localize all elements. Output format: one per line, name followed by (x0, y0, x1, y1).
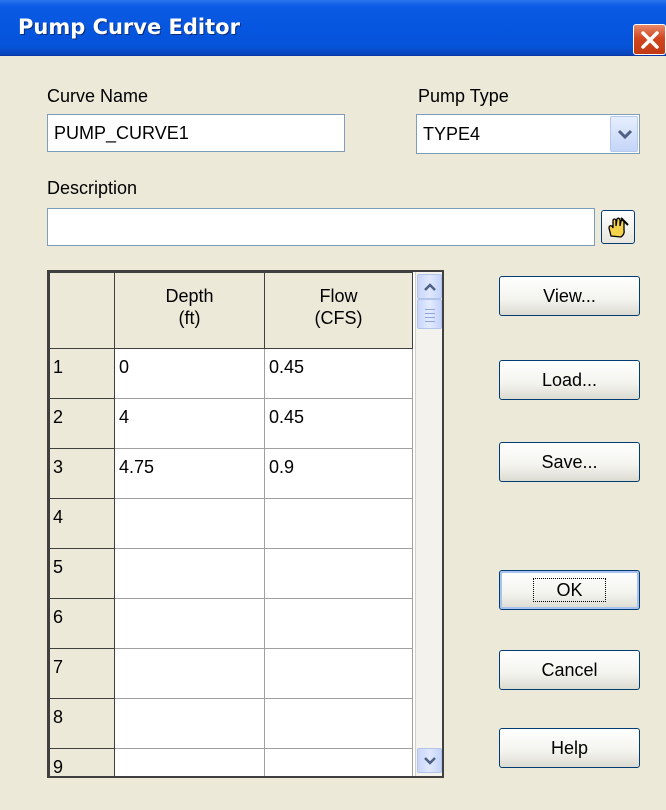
table-row[interactable]: 3 4.75 0.9 (49, 448, 413, 499)
view-button[interactable]: View... (499, 276, 640, 316)
depth-cell[interactable] (114, 648, 265, 699)
row-number: 5 (49, 548, 115, 599)
title-bar[interactable]: Pump Curve Editor (0, 0, 666, 56)
depth-cell[interactable] (114, 598, 265, 649)
edit-description-button[interactable] (601, 210, 635, 244)
depth-header-label: Depth (165, 286, 214, 306)
help-button[interactable]: Help (499, 728, 640, 768)
row-number: 4 (49, 498, 115, 549)
flow-column-header: Flow (CFS) (264, 272, 413, 349)
table-row[interactable]: 5 (49, 548, 413, 599)
pump-type-value: TYPE4 (423, 124, 481, 144)
table-row[interactable]: 9 (49, 748, 413, 776)
curve-name-label: Curve Name (47, 86, 149, 106)
flow-header-unit: (CFS) (314, 308, 363, 328)
table-row[interactable]: 1 0 0.45 (49, 348, 413, 399)
ok-button[interactable]: OK (499, 570, 640, 610)
hand-pencil-icon (608, 217, 629, 238)
flow-cell[interactable] (264, 698, 413, 749)
close-icon (641, 31, 659, 49)
depth-column-header: Depth (ft) (114, 272, 265, 349)
flow-cell[interactable]: 0.45 (264, 348, 413, 399)
flow-cell[interactable] (264, 748, 413, 776)
depth-cell[interactable] (114, 548, 265, 599)
depth-cell[interactable]: 4 (114, 398, 265, 449)
flow-header-label: Flow (319, 286, 358, 306)
window-title: Pump Curve Editor (18, 15, 240, 39)
ok-label: OK (533, 578, 606, 602)
scroll-down-button[interactable] (417, 748, 442, 773)
scroll-down-icon (424, 757, 436, 765)
dropdown-button[interactable] (610, 116, 638, 152)
scroll-up-button[interactable] (417, 274, 442, 299)
cancel-button[interactable]: Cancel (499, 650, 640, 690)
grid-corner (49, 272, 115, 349)
depth-cell[interactable]: 4.75 (114, 448, 265, 499)
close-button[interactable] (633, 24, 666, 55)
table-row[interactable]: 2 4 0.45 (49, 398, 413, 449)
description-input[interactable] (47, 208, 595, 246)
load-button[interactable]: Load... (499, 360, 640, 400)
curve-name-input[interactable]: PUMP_CURVE1 (47, 114, 345, 152)
table-row[interactable]: 7 (49, 648, 413, 699)
row-number: 7 (49, 648, 115, 699)
flow-cell[interactable] (264, 548, 413, 599)
flow-cell[interactable]: 0.9 (264, 448, 413, 499)
curve-data-grid[interactable]: Depth (ft) Flow (CFS) 1 0 0.45 2 4 0.45 (47, 270, 444, 778)
table-row[interactable]: 4 (49, 498, 413, 549)
depth-cell[interactable] (114, 498, 265, 549)
row-number: 1 (49, 348, 115, 399)
flow-cell[interactable] (264, 648, 413, 699)
description-label: Description (47, 178, 138, 198)
depth-cell[interactable]: 0 (114, 348, 265, 399)
pump-type-label: Pump Type (418, 86, 509, 106)
flow-cell[interactable]: 0.45 (264, 398, 413, 449)
scroll-up-icon (424, 283, 436, 291)
table-row[interactable]: 6 (49, 598, 413, 649)
save-button[interactable]: Save... (499, 442, 640, 482)
row-number: 6 (49, 598, 115, 649)
flow-cell[interactable] (264, 498, 413, 549)
flow-cell[interactable] (264, 598, 413, 649)
depth-cell[interactable] (114, 748, 265, 776)
row-number: 9 (49, 748, 115, 776)
pump-type-select[interactable]: TYPE4 (416, 114, 640, 154)
scroll-thumb[interactable] (417, 299, 442, 329)
depth-cell[interactable] (114, 698, 265, 749)
row-number: 8 (49, 698, 115, 749)
row-number: 2 (49, 398, 115, 449)
row-number: 3 (49, 448, 115, 499)
grid-scrollbar[interactable] (415, 272, 442, 776)
chevron-down-icon (617, 129, 633, 140)
depth-header-unit: (ft) (178, 308, 201, 328)
table-row[interactable]: 8 (49, 698, 413, 749)
